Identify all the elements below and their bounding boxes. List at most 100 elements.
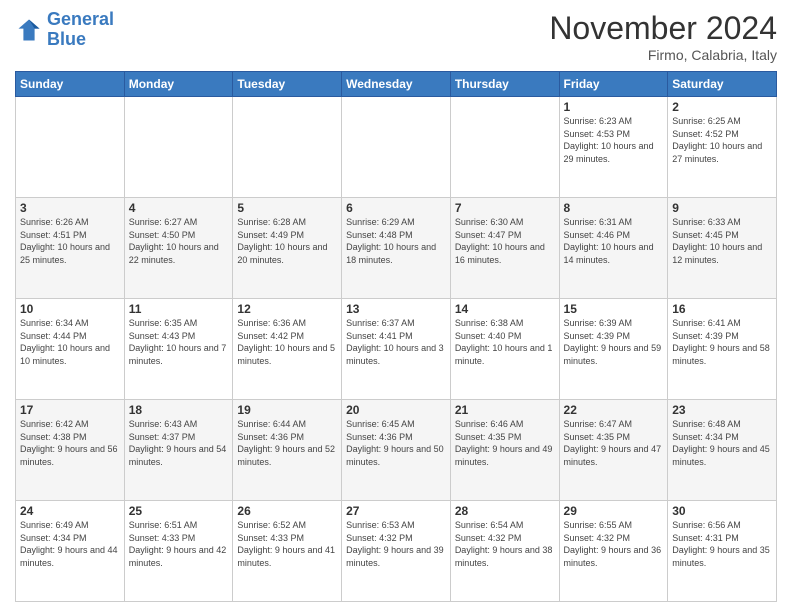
day-info: Sunrise: 6:29 AM Sunset: 4:48 PM Dayligh… <box>346 216 446 266</box>
day-number: 20 <box>346 403 446 417</box>
day-info: Sunrise: 6:56 AM Sunset: 4:31 PM Dayligh… <box>672 519 772 569</box>
col-wednesday: Wednesday <box>342 72 451 97</box>
day-number: 25 <box>129 504 229 518</box>
day-info: Sunrise: 6:42 AM Sunset: 4:38 PM Dayligh… <box>20 418 120 468</box>
page: General Blue November 2024 Firmo, Calabr… <box>0 0 792 612</box>
logo: General Blue <box>15 10 114 50</box>
calendar-cell: 10Sunrise: 6:34 AM Sunset: 4:44 PM Dayli… <box>16 299 125 400</box>
day-info: Sunrise: 6:51 AM Sunset: 4:33 PM Dayligh… <box>129 519 229 569</box>
day-number: 13 <box>346 302 446 316</box>
calendar-cell: 26Sunrise: 6:52 AM Sunset: 4:33 PM Dayli… <box>233 501 342 602</box>
calendar-cell: 21Sunrise: 6:46 AM Sunset: 4:35 PM Dayli… <box>450 400 559 501</box>
calendar-cell: 14Sunrise: 6:38 AM Sunset: 4:40 PM Dayli… <box>450 299 559 400</box>
calendar-cell: 12Sunrise: 6:36 AM Sunset: 4:42 PM Dayli… <box>233 299 342 400</box>
day-info: Sunrise: 6:55 AM Sunset: 4:32 PM Dayligh… <box>564 519 664 569</box>
day-info: Sunrise: 6:38 AM Sunset: 4:40 PM Dayligh… <box>455 317 555 367</box>
col-tuesday: Tuesday <box>233 72 342 97</box>
calendar-week-row: 1Sunrise: 6:23 AM Sunset: 4:53 PM Daylig… <box>16 97 777 198</box>
day-info: Sunrise: 6:44 AM Sunset: 4:36 PM Dayligh… <box>237 418 337 468</box>
day-number: 21 <box>455 403 555 417</box>
day-number: 29 <box>564 504 664 518</box>
calendar-cell: 24Sunrise: 6:49 AM Sunset: 4:34 PM Dayli… <box>16 501 125 602</box>
calendar-cell: 22Sunrise: 6:47 AM Sunset: 4:35 PM Dayli… <box>559 400 668 501</box>
day-number: 28 <box>455 504 555 518</box>
day-number: 22 <box>564 403 664 417</box>
calendar-cell: 7Sunrise: 6:30 AM Sunset: 4:47 PM Daylig… <box>450 198 559 299</box>
calendar-table: Sunday Monday Tuesday Wednesday Thursday… <box>15 71 777 602</box>
calendar-cell <box>450 97 559 198</box>
day-number: 19 <box>237 403 337 417</box>
day-number: 1 <box>564 100 664 114</box>
day-info: Sunrise: 6:54 AM Sunset: 4:32 PM Dayligh… <box>455 519 555 569</box>
day-number: 24 <box>20 504 120 518</box>
title-block: November 2024 Firmo, Calabria, Italy <box>549 10 777 63</box>
day-number: 16 <box>672 302 772 316</box>
col-saturday: Saturday <box>668 72 777 97</box>
calendar-cell: 3Sunrise: 6:26 AM Sunset: 4:51 PM Daylig… <box>16 198 125 299</box>
day-number: 7 <box>455 201 555 215</box>
day-info: Sunrise: 6:37 AM Sunset: 4:41 PM Dayligh… <box>346 317 446 367</box>
calendar-cell: 23Sunrise: 6:48 AM Sunset: 4:34 PM Dayli… <box>668 400 777 501</box>
day-info: Sunrise: 6:48 AM Sunset: 4:34 PM Dayligh… <box>672 418 772 468</box>
calendar-cell: 18Sunrise: 6:43 AM Sunset: 4:37 PM Dayli… <box>124 400 233 501</box>
calendar-cell: 15Sunrise: 6:39 AM Sunset: 4:39 PM Dayli… <box>559 299 668 400</box>
day-info: Sunrise: 6:33 AM Sunset: 4:45 PM Dayligh… <box>672 216 772 266</box>
day-info: Sunrise: 6:31 AM Sunset: 4:46 PM Dayligh… <box>564 216 664 266</box>
calendar-cell: 30Sunrise: 6:56 AM Sunset: 4:31 PM Dayli… <box>668 501 777 602</box>
day-info: Sunrise: 6:47 AM Sunset: 4:35 PM Dayligh… <box>564 418 664 468</box>
day-info: Sunrise: 6:28 AM Sunset: 4:49 PM Dayligh… <box>237 216 337 266</box>
day-number: 10 <box>20 302 120 316</box>
day-info: Sunrise: 6:34 AM Sunset: 4:44 PM Dayligh… <box>20 317 120 367</box>
calendar-cell: 4Sunrise: 6:27 AM Sunset: 4:50 PM Daylig… <box>124 198 233 299</box>
day-info: Sunrise: 6:25 AM Sunset: 4:52 PM Dayligh… <box>672 115 772 165</box>
calendar-cell: 1Sunrise: 6:23 AM Sunset: 4:53 PM Daylig… <box>559 97 668 198</box>
day-info: Sunrise: 6:27 AM Sunset: 4:50 PM Dayligh… <box>129 216 229 266</box>
day-info: Sunrise: 6:23 AM Sunset: 4:53 PM Dayligh… <box>564 115 664 165</box>
calendar-week-row: 17Sunrise: 6:42 AM Sunset: 4:38 PM Dayli… <box>16 400 777 501</box>
day-info: Sunrise: 6:46 AM Sunset: 4:35 PM Dayligh… <box>455 418 555 468</box>
calendar-cell: 29Sunrise: 6:55 AM Sunset: 4:32 PM Dayli… <box>559 501 668 602</box>
calendar-cell: 17Sunrise: 6:42 AM Sunset: 4:38 PM Dayli… <box>16 400 125 501</box>
day-info: Sunrise: 6:36 AM Sunset: 4:42 PM Dayligh… <box>237 317 337 367</box>
day-number: 9 <box>672 201 772 215</box>
header: General Blue November 2024 Firmo, Calabr… <box>15 10 777 63</box>
col-thursday: Thursday <box>450 72 559 97</box>
day-info: Sunrise: 6:39 AM Sunset: 4:39 PM Dayligh… <box>564 317 664 367</box>
calendar-week-row: 24Sunrise: 6:49 AM Sunset: 4:34 PM Dayli… <box>16 501 777 602</box>
calendar-cell: 16Sunrise: 6:41 AM Sunset: 4:39 PM Dayli… <box>668 299 777 400</box>
day-info: Sunrise: 6:41 AM Sunset: 4:39 PM Dayligh… <box>672 317 772 367</box>
day-number: 12 <box>237 302 337 316</box>
day-number: 30 <box>672 504 772 518</box>
day-number: 6 <box>346 201 446 215</box>
month-title: November 2024 <box>549 10 777 47</box>
calendar-cell: 6Sunrise: 6:29 AM Sunset: 4:48 PM Daylig… <box>342 198 451 299</box>
calendar-cell <box>124 97 233 198</box>
day-number: 11 <box>129 302 229 316</box>
calendar-cell: 5Sunrise: 6:28 AM Sunset: 4:49 PM Daylig… <box>233 198 342 299</box>
col-friday: Friday <box>559 72 668 97</box>
location: Firmo, Calabria, Italy <box>549 47 777 63</box>
logo-line1: General <box>47 9 114 29</box>
day-info: Sunrise: 6:53 AM Sunset: 4:32 PM Dayligh… <box>346 519 446 569</box>
calendar-header-row: Sunday Monday Tuesday Wednesday Thursday… <box>16 72 777 97</box>
day-number: 23 <box>672 403 772 417</box>
day-number: 14 <box>455 302 555 316</box>
day-number: 3 <box>20 201 120 215</box>
day-number: 4 <box>129 201 229 215</box>
day-number: 18 <box>129 403 229 417</box>
day-info: Sunrise: 6:43 AM Sunset: 4:37 PM Dayligh… <box>129 418 229 468</box>
calendar-week-row: 3Sunrise: 6:26 AM Sunset: 4:51 PM Daylig… <box>16 198 777 299</box>
calendar-cell: 19Sunrise: 6:44 AM Sunset: 4:36 PM Dayli… <box>233 400 342 501</box>
calendar-cell: 25Sunrise: 6:51 AM Sunset: 4:33 PM Dayli… <box>124 501 233 602</box>
day-info: Sunrise: 6:52 AM Sunset: 4:33 PM Dayligh… <box>237 519 337 569</box>
calendar-cell: 27Sunrise: 6:53 AM Sunset: 4:32 PM Dayli… <box>342 501 451 602</box>
day-number: 15 <box>564 302 664 316</box>
calendar-cell: 20Sunrise: 6:45 AM Sunset: 4:36 PM Dayli… <box>342 400 451 501</box>
col-monday: Monday <box>124 72 233 97</box>
logo-icon <box>15 16 43 44</box>
day-info: Sunrise: 6:35 AM Sunset: 4:43 PM Dayligh… <box>129 317 229 367</box>
day-number: 26 <box>237 504 337 518</box>
day-number: 8 <box>564 201 664 215</box>
calendar-cell: 9Sunrise: 6:33 AM Sunset: 4:45 PM Daylig… <box>668 198 777 299</box>
day-number: 5 <box>237 201 337 215</box>
